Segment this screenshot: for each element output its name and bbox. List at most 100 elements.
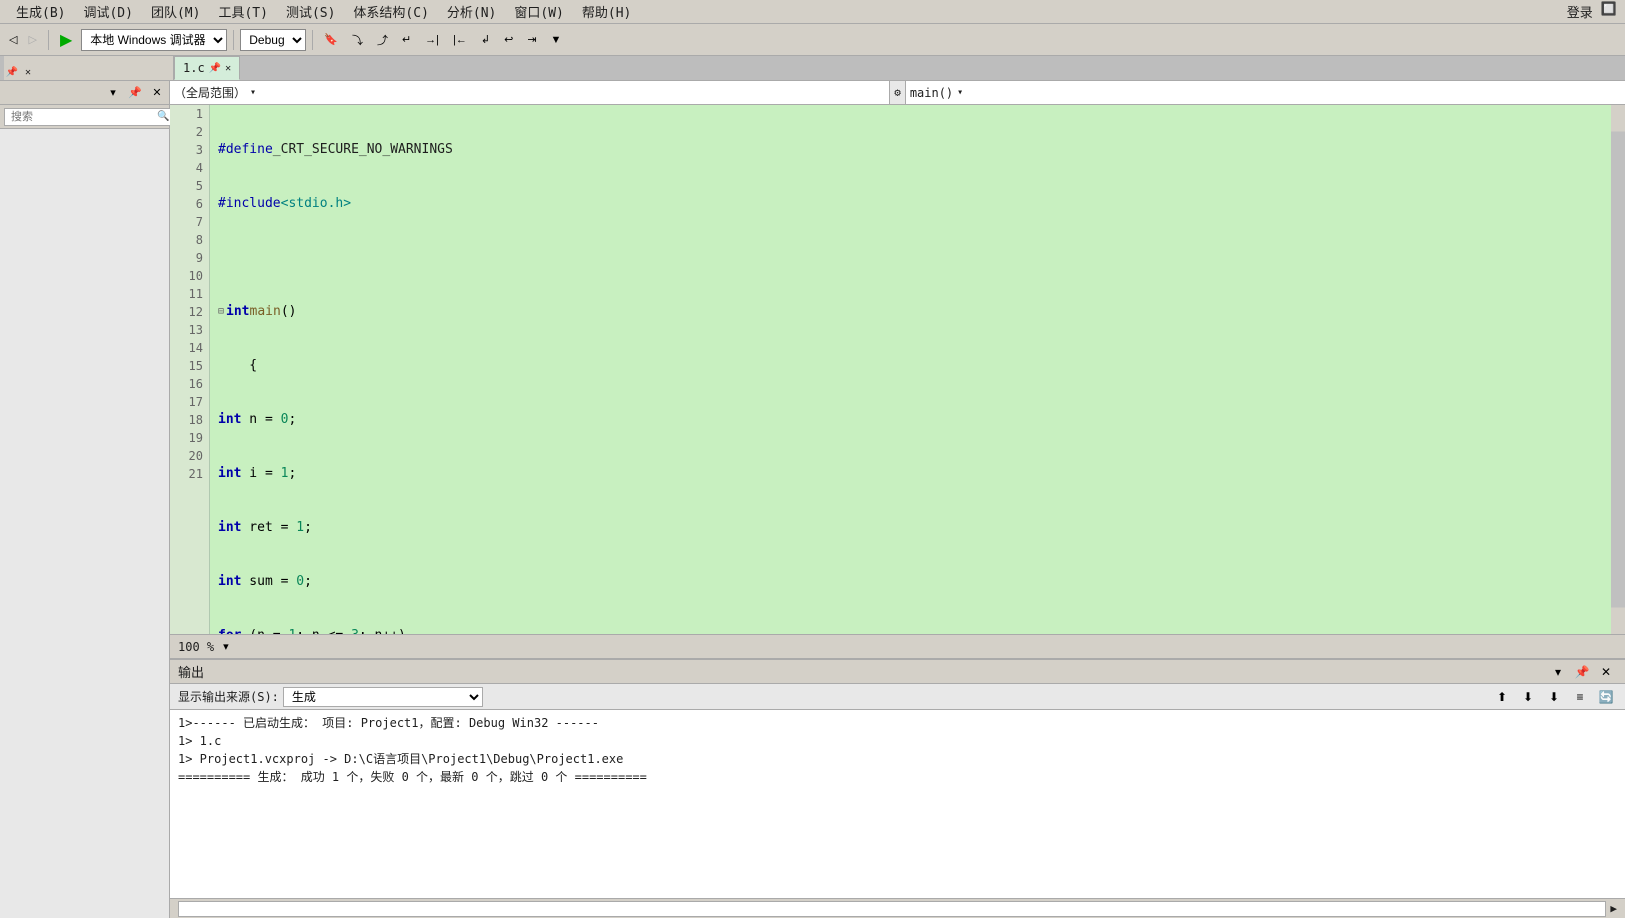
toolbar-btn-9[interactable]: ▼ [546, 31, 567, 49]
menu-build[interactable]: 生成(B) [8, 1, 73, 22]
ln-14: 14 [176, 339, 203, 357]
toolbar-btn-6[interactable]: ↲ [476, 30, 495, 49]
left-content [0, 129, 169, 918]
ln-2: 2 [176, 123, 203, 141]
menu-arch[interactable]: 体系结构(C) [345, 1, 436, 22]
zoom-bar: 100 % ▾ [170, 634, 1625, 658]
output-action-2[interactable]: ⬇ [1517, 687, 1539, 707]
output-source-dropdown[interactable]: 生成 [283, 687, 483, 707]
login-button[interactable]: 登录 [1567, 2, 1593, 21]
menu-analyze[interactable]: 分析(N) [439, 1, 504, 22]
config-dropdown[interactable]: Debug [240, 29, 306, 51]
ln-15: 15 [176, 357, 203, 375]
search-input[interactable] [7, 110, 157, 124]
scrollbar-track[interactable] [1611, 105, 1625, 634]
toolbar-btn-4[interactable]: →| [420, 31, 444, 49]
menu-debug[interactable]: 调试(D) [75, 1, 140, 22]
output-close-btn[interactable]: ✕ [1595, 662, 1617, 682]
ln-11: 11 [176, 285, 203, 303]
tab-close-button[interactable]: ✕ [225, 63, 231, 74]
code-line-10: for (n = 1; n <= 3; n++) [218, 627, 1603, 634]
output-panel: 输出 ▾ 📌 ✕ 显示输出来源(S): 生成 ⬆ ⬇ ⬇ ≡ 🔄 [170, 658, 1625, 918]
output-filter-input[interactable] [178, 901, 1606, 917]
tab-1c[interactable]: 1.c 📌 ✕ [174, 56, 240, 80]
left-panel-toolbar: ▾ 📌 ✕ [0, 81, 169, 105]
search-icon: 🔍 [157, 111, 169, 122]
zoom-dropdown-btn[interactable]: ▾ [218, 637, 234, 656]
toolbar-btn-7[interactable]: ↩ [499, 30, 518, 49]
left-panel-pin-btn[interactable]: 📌 [125, 83, 145, 103]
code-line-7: int i = 1; [218, 465, 1603, 483]
ln-3: 3 [176, 141, 203, 159]
output-toolbar-buttons: ▾ 📌 ✕ [1547, 662, 1617, 682]
scope-dropdown[interactable]: （全局范围） ▾ [170, 81, 890, 104]
toolbar-btn-2[interactable]: ⤴ [372, 29, 393, 51]
tab-bar: 📌 ✕ 1.c 📌 ✕ [0, 56, 1625, 81]
left-panel-close-btn[interactable]: ✕ [147, 83, 167, 103]
scope-label: （全局范围） [174, 84, 246, 101]
panel-pin-btn[interactable]: 📌 [4, 64, 20, 80]
menu-test[interactable]: 测试(S) [278, 1, 343, 22]
menu-team[interactable]: 团队(M) [143, 1, 208, 22]
output-statusbar: ▶ [170, 898, 1625, 918]
func-arrow-icon: ▾ [957, 87, 963, 98]
code-line-8: int ret = 1; [218, 519, 1603, 537]
zoom-level: 100 % [178, 640, 214, 654]
output-line-4: ========== 生成： 成功 1 个，失败 0 个，最新 0 个，跳过 0… [178, 768, 1617, 786]
output-action-1[interactable]: ⬆ [1491, 687, 1513, 707]
func-icon-area: ⚙ [890, 81, 906, 104]
main-area: ▾ 📌 ✕ 🔍 ▾ （全局范围） ▾ ⚙ main() ▾ [0, 81, 1625, 918]
func-label: main() [910, 86, 953, 100]
toolbar-btn-8[interactable]: ⇥ [522, 30, 541, 49]
menu-tools[interactable]: 工具(T) [210, 1, 275, 22]
output-content: 1>------ 已启动生成： 项目: Project1，配置: Debug W… [170, 710, 1625, 898]
search-container: 🔍 ▾ [4, 108, 178, 126]
code-line-5: { [218, 357, 1603, 375]
output-action-4[interactable]: ≡ [1569, 687, 1591, 707]
code-line-6: int n = 0; [218, 411, 1603, 429]
separator-3 [312, 30, 313, 50]
menu-help[interactable]: 帮助(H) [574, 1, 639, 22]
scope-arrow-icon: ▾ [250, 87, 256, 98]
ln-9: 9 [176, 249, 203, 267]
runner-dropdown[interactable]: 本地 Windows 调试器 [81, 29, 227, 51]
back-button[interactable]: ◁ [4, 30, 22, 49]
menu-resize: 🔲 [1601, 2, 1617, 21]
editor-container: （全局范围） ▾ ⚙ main() ▾ 1 2 3 4 5 6 [170, 81, 1625, 918]
menu-bar: 生成(B) 调试(D) 团队(M) 工具(T) 测试(S) 体系结构(C) 分析… [0, 0, 1625, 24]
menu-items: 生成(B) 调试(D) 团队(M) 工具(T) 测试(S) 体系结构(C) 分析… [8, 1, 639, 22]
output-line-1: 1>------ 已启动生成： 项目: Project1，配置: Debug W… [178, 714, 1617, 732]
bookmark-btn[interactable]: 🔖 [319, 30, 343, 49]
ln-17: 17 [176, 393, 203, 411]
separator-2 [233, 30, 234, 50]
ln-20: 20 [176, 447, 203, 465]
output-action-5[interactable]: 🔄 [1595, 687, 1617, 707]
run-button[interactable]: ▶ [55, 27, 77, 53]
output-options-btn[interactable]: ▾ [1547, 662, 1569, 682]
ln-12: 12 [176, 303, 203, 321]
ln-8: 8 [176, 231, 203, 249]
left-panel-options-btn[interactable]: ▾ [103, 83, 123, 103]
output-pin-btn[interactable]: 📌 [1571, 662, 1593, 682]
output-line-2: 1> 1.c [178, 732, 1617, 750]
toolbar-btn-3[interactable]: ↵ [397, 30, 416, 49]
menu-right: 登录 🔲 [1567, 2, 1617, 21]
ln-10: 10 [176, 267, 203, 285]
ln-6: 6 [176, 195, 203, 213]
code-line-2: #include <stdio.h> [218, 195, 1603, 213]
output-scroll-right[interactable]: ▶ [1610, 902, 1617, 915]
line-numbers: 1 2 3 4 5 6 7 8 9 10 11 12 13 14 15 16 1 [170, 105, 210, 634]
func-dropdown[interactable]: main() ▾ [906, 81, 1625, 104]
menu-window[interactable]: 窗口(W) [506, 1, 571, 22]
right-scrollbar[interactable] [1611, 105, 1625, 634]
output-header: 输出 ▾ 📌 ✕ [170, 660, 1625, 684]
toolbar-btn-1[interactable]: ⤵ [347, 29, 368, 51]
toolbar-btn-5[interactable]: |← [448, 31, 472, 49]
panel-close-btn[interactable]: ✕ [20, 64, 36, 80]
ln-19: 19 [176, 429, 203, 447]
output-action-3[interactable]: ⬇ [1543, 687, 1565, 707]
code-editor[interactable]: 1 2 3 4 5 6 7 8 9 10 11 12 13 14 15 16 1 [170, 105, 1611, 634]
left-panel: ▾ 📌 ✕ 🔍 ▾ [0, 81, 170, 918]
forward-button[interactable]: ▷ [23, 30, 41, 49]
code-content[interactable]: #define _CRT_SECURE_NO_WARNINGS #include… [210, 105, 1611, 634]
